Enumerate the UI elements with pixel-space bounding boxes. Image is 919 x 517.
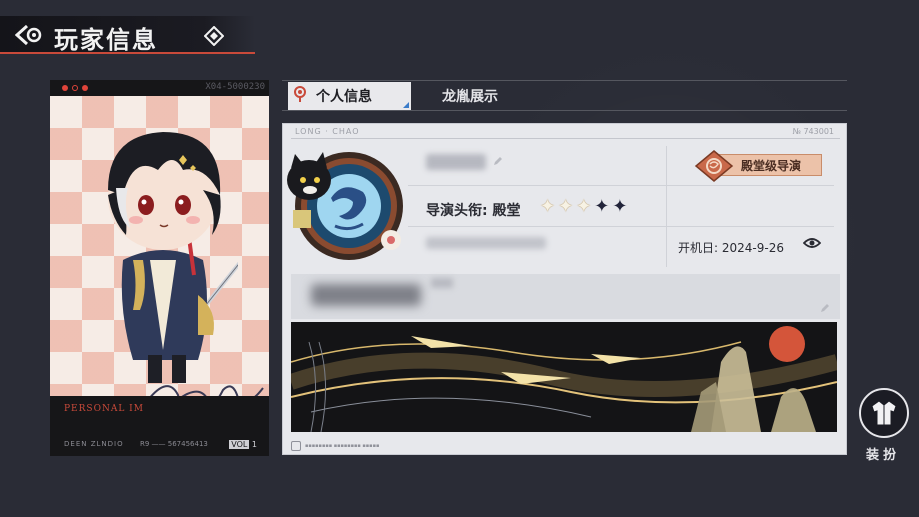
dress-up-button[interactable] xyxy=(859,388,909,438)
panel-footer-text: ▪▪▪▪▪▪▪▪ ▪▪▪▪▪▪▪▪ ▪▪▪▪▪ xyxy=(305,443,380,449)
star-filled-icon: ✦ xyxy=(540,196,556,217)
tab-dragon-display[interactable]: 龙胤展示 xyxy=(442,84,498,108)
edit-name-icon[interactable] xyxy=(493,156,503,166)
player-name-redacted xyxy=(426,154,486,170)
tabs-divider-bottom xyxy=(282,110,847,111)
director-title-label: 导演头衔: 殿堂 xyxy=(426,203,521,219)
background-banner-art xyxy=(291,322,837,432)
card-number: R9 —— 567456413 xyxy=(140,440,208,448)
card-top-bar: X04-5000230 xyxy=(50,80,269,96)
info-grid-divider xyxy=(666,146,667,267)
star-filled-icon: ✦ xyxy=(558,196,574,217)
player-avatar[interactable] xyxy=(283,140,408,270)
ring-dot-icon xyxy=(72,85,78,91)
director-badge: 殿堂级导演 xyxy=(690,150,822,182)
card-bottom-band: PERSONAL IM DEEN ZLNDIO R9 —— 567456413 … xyxy=(50,396,269,456)
panel-header-label: LONG · CHAO xyxy=(295,127,360,136)
chibi-character-illustration xyxy=(108,132,238,383)
hall-of-fame-emblem-icon xyxy=(694,150,734,182)
star-dark-icon: ✦ xyxy=(594,196,610,217)
signature-bio-redacted xyxy=(291,274,840,319)
back-arrow-icon xyxy=(15,24,42,46)
tabs-divider-top xyxy=(282,80,847,81)
tab-personal-info-label: 个人信息 xyxy=(316,89,372,105)
studio-label: DEEN ZLNDIO xyxy=(64,440,124,448)
red-dot-icon xyxy=(82,85,88,91)
bio-text-redacted xyxy=(311,284,421,306)
tab-personal-info[interactable]: 个人信息 xyxy=(288,82,411,110)
diamond-icon xyxy=(203,25,225,47)
player-id-redacted xyxy=(426,237,546,249)
bio-label-redacted xyxy=(431,278,453,288)
footer-settings-icon xyxy=(291,441,301,451)
director-rank-stars: ✦ ✦ ✦ ✦ ✦ xyxy=(540,197,627,217)
page-title: 玩家信息 xyxy=(54,25,158,54)
card-code: X04-5000230 xyxy=(205,82,265,92)
edit-bio-icon[interactable] xyxy=(820,303,830,313)
star-dark-icon: ✦ xyxy=(612,196,628,217)
location-pin-icon xyxy=(294,86,306,106)
red-dot-icon xyxy=(62,85,68,91)
card-bottom-title: PERSONAL IM xyxy=(64,404,144,414)
star-filled-icon: ✦ xyxy=(576,196,592,217)
character-card: X04-5000230 PERSONAL IM DEEN ZLNDIO R9 —… xyxy=(50,80,269,456)
vol-text: VOL xyxy=(229,440,250,449)
vol-label: VOL 1 xyxy=(229,440,257,449)
page-header: 玩家信息 xyxy=(0,16,255,54)
boot-date: 开机日: 2024-9-26 xyxy=(678,241,784,255)
info-grid: 导演头衔: 殿堂 ✦ ✦ ✦ ✦ ✦ 殿堂级导演 开机日: 2024-9-26 xyxy=(408,142,834,267)
panel-header-divider xyxy=(291,138,840,139)
panel-header-number: № 743001 xyxy=(792,127,834,136)
dress-up-label: 装扮 xyxy=(866,448,901,463)
badge-text: 殿堂级导演 xyxy=(741,158,802,173)
back-button[interactable] xyxy=(14,22,44,48)
vol-number: 1 xyxy=(251,440,257,449)
player-info-panel: LONG · CHAO № 743001 导演头衔: 殿堂 ✦ ✦ ✦ ✦ ✦ … xyxy=(282,123,847,455)
jacket-icon xyxy=(871,400,897,426)
eye-icon[interactable] xyxy=(803,237,821,249)
